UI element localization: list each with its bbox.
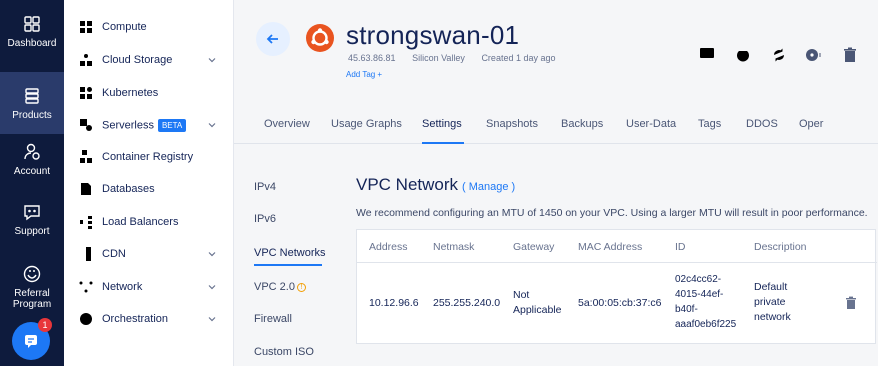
menu-item-databases[interactable]: Databases xyxy=(64,173,234,205)
tab-ddos[interactable]: DDOS xyxy=(746,118,778,130)
manage-vpc-link[interactable]: ( Manage ) xyxy=(462,181,515,193)
menu-item-compute[interactable]: Compute xyxy=(64,11,234,43)
serverless-icon xyxy=(80,119,92,131)
dashboard-icon xyxy=(24,15,40,32)
compute-icon xyxy=(80,21,92,33)
vpc-table: Address Netmask Gateway MAC Address ID D… xyxy=(356,229,877,344)
menu-item-load-balancers[interactable]: Load Balancers xyxy=(64,206,234,238)
menu-item-kubernetes[interactable]: Kubernetes xyxy=(64,77,234,109)
rail-item-dashboard[interactable]: Dashboard xyxy=(0,0,64,62)
settings-nav-ipv6[interactable]: IPv6 xyxy=(254,213,276,225)
active-tab-indicator xyxy=(422,142,464,144)
col-header-netmask: Netmask xyxy=(433,241,475,253)
rail-item-products[interactable]: Products xyxy=(0,72,64,134)
arrow-left-icon xyxy=(266,34,278,44)
settings-nav-ipv4[interactable]: IPv4 xyxy=(254,181,276,193)
cell-netmask: 255.255.240.0 xyxy=(433,297,501,309)
databases-icon xyxy=(81,183,91,195)
tab-usage-graphs[interactable]: Usage Graphs xyxy=(331,118,402,130)
chevron-down-icon xyxy=(208,285,216,290)
reinstall-disc-icon[interactable] xyxy=(804,46,822,64)
network-icon xyxy=(79,281,93,293)
tab-tags[interactable]: Tags xyxy=(698,118,721,130)
rail-item-support[interactable]: Support xyxy=(0,188,64,250)
server-tabs: Overview Usage Graphs Settings Snapshots… xyxy=(234,110,878,144)
back-button[interactable] xyxy=(256,22,290,56)
server-subinfo: 45.63.86.81 Silicon Valley Created 1 day… xyxy=(348,53,570,63)
tab-backups[interactable]: Backups xyxy=(561,118,603,130)
settings-nav-firewall[interactable]: Firewall xyxy=(254,313,292,325)
rail-label: Support xyxy=(14,225,50,237)
account-icon xyxy=(24,143,40,160)
tab-settings[interactable]: Settings xyxy=(422,118,462,130)
col-header-address: Address xyxy=(369,241,408,253)
product-menu: Compute Cloud Storage Kubernetes Serverl… xyxy=(64,0,234,366)
power-icon[interactable] xyxy=(734,46,752,64)
chat-notification-badge: 1 xyxy=(38,318,52,332)
rail-label: Account xyxy=(13,165,51,177)
menu-item-cdn[interactable]: CDN xyxy=(64,238,234,270)
container-registry-icon xyxy=(80,150,92,163)
products-icon xyxy=(25,87,39,104)
active-settings-indicator xyxy=(254,264,322,266)
chevron-down-icon xyxy=(208,123,216,128)
delete-icon[interactable] xyxy=(841,46,859,64)
restart-icon[interactable] xyxy=(770,46,788,64)
tab-user-data[interactable]: User-Data xyxy=(626,118,676,130)
console-icon[interactable] xyxy=(698,46,716,64)
menu-item-cloud-storage[interactable]: Cloud Storage xyxy=(64,44,234,76)
chevron-down-icon xyxy=(208,252,216,257)
ubuntu-logo-icon xyxy=(306,24,334,52)
cell-id: 02c4cc62- 4015-44ef- b40f- aaaf0eb6f225 xyxy=(675,274,737,330)
cloud-storage-icon xyxy=(80,54,92,66)
vpc-section-title: VPC Network( Manage ) xyxy=(356,175,516,194)
detach-vpc-delete-icon[interactable] xyxy=(845,296,857,310)
load-balancers-icon xyxy=(80,216,92,229)
settings-nav-custom-iso[interactable]: Custom ISO xyxy=(254,346,314,358)
table-header-divider xyxy=(357,262,877,263)
main-content: strongswan-01 45.63.86.81 Silicon Valley… xyxy=(234,0,878,366)
settings-nav-vpc-networks[interactable]: VPC Networks xyxy=(254,247,326,259)
chat-icon xyxy=(25,335,37,348)
vpc-mtu-note: We recommend configuring an MTU of 1450 … xyxy=(356,207,868,219)
tab-overview[interactable]: Overview xyxy=(264,118,310,130)
settings-nav-vpc-2[interactable]: VPC 2.0! xyxy=(254,281,306,293)
server-ip: 45.63.86.81 xyxy=(348,53,396,63)
tab-oper[interactable]: Oper xyxy=(799,118,823,130)
cdn-icon xyxy=(80,247,91,261)
menu-item-orchestration[interactable]: Orchestration xyxy=(64,303,234,335)
chevron-down-icon xyxy=(208,58,216,63)
server-location: Silicon Valley xyxy=(412,53,465,63)
server-title: strongswan-01 xyxy=(346,20,520,50)
rail-item-account[interactable]: Account xyxy=(0,128,64,190)
referral-icon xyxy=(23,265,41,283)
cell-address: 10.12.96.6 xyxy=(369,297,419,309)
col-header-id: ID xyxy=(675,241,686,253)
rail-item-referral[interactable]: Referral Program xyxy=(0,252,64,322)
add-tag-link[interactable]: Add Tag + xyxy=(346,70,382,79)
rail-label: Dashboard xyxy=(7,37,57,49)
kubernetes-icon xyxy=(80,87,92,99)
support-icon xyxy=(24,204,40,220)
warning-icon: ! xyxy=(296,283,306,292)
cell-mac-address: 5a:00:05:cb:37:c6 xyxy=(578,297,662,309)
menu-item-container-registry[interactable]: Container Registry xyxy=(64,141,234,173)
rail-label: Referral Program xyxy=(12,288,52,310)
col-header-gateway: Gateway xyxy=(513,241,555,253)
server-created: Created 1 day ago xyxy=(481,53,556,63)
chevron-down-icon xyxy=(208,317,216,322)
cell-gateway: Not Applicable xyxy=(513,289,562,316)
beta-badge: BETA xyxy=(157,118,187,132)
cell-description: Default private network xyxy=(754,281,791,323)
rail-label: Products xyxy=(12,109,52,121)
tab-snapshots[interactable]: Snapshots xyxy=(486,118,538,130)
menu-item-serverless[interactable]: Serverless BETA xyxy=(64,109,234,141)
col-header-mac-address: MAC Address xyxy=(578,241,643,253)
menu-item-network[interactable]: Network xyxy=(64,271,234,303)
col-header-description: Description xyxy=(754,241,807,253)
global-nav-rail: Dashboard Products Account Support Refer… xyxy=(0,0,64,366)
orchestration-icon xyxy=(80,313,92,325)
